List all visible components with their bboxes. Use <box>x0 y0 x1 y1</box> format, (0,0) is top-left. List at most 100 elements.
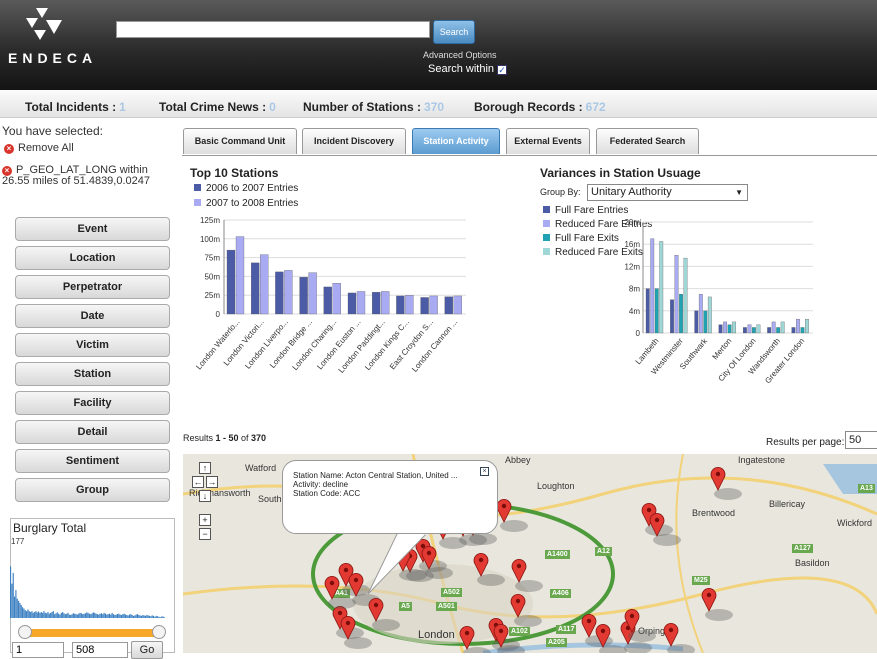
bar[interactable] <box>429 295 438 315</box>
map-pin-icon[interactable] <box>710 466 726 491</box>
bar[interactable] <box>747 324 752 334</box>
map-pin-icon[interactable] <box>511 558 527 583</box>
remove-all-link[interactable]: × Remove All <box>4 142 74 154</box>
histogram-bar <box>99 613 101 618</box>
bar[interactable] <box>776 327 781 334</box>
map-pin-icon[interactable] <box>459 625 475 650</box>
bar[interactable] <box>718 324 723 334</box>
bar[interactable] <box>356 291 366 315</box>
search-within-option[interactable]: Search within ✓ <box>428 63 508 75</box>
bar[interactable] <box>707 296 712 334</box>
facet-perpetrator[interactable]: Perpetrator <box>15 275 170 299</box>
bar[interactable] <box>683 257 688 334</box>
bar[interactable] <box>698 294 703 334</box>
bar[interactable] <box>650 238 655 334</box>
bar[interactable] <box>251 262 260 315</box>
histogram-bar <box>38 611 40 618</box>
facet-sentiment[interactable]: Sentiment <box>15 449 170 473</box>
legend-swatch <box>194 199 201 206</box>
tab-incident-discovery[interactable]: Incident Discovery <box>302 128 406 154</box>
geo-filter-breadcrumb[interactable]: × P_GEO_LAT_LONG within 26.55 miles of 51… <box>2 165 172 187</box>
close-icon[interactable]: × <box>480 467 489 476</box>
pin-dot <box>668 627 674 633</box>
map-pin-icon[interactable] <box>701 587 717 612</box>
map-pin-icon[interactable] <box>510 593 526 618</box>
bar[interactable] <box>659 241 664 334</box>
map-pin-icon[interactable] <box>663 622 679 647</box>
range-max-handle[interactable] <box>152 625 166 639</box>
histogram-bar <box>130 614 132 618</box>
map-pin-icon[interactable] <box>324 575 340 600</box>
histogram-bar <box>163 617 165 618</box>
bar[interactable] <box>756 324 761 334</box>
bar[interactable] <box>396 295 405 315</box>
bar[interactable] <box>694 310 699 334</box>
facet-station[interactable]: Station <box>15 362 170 386</box>
go-button[interactable]: Go <box>131 641 163 659</box>
histogram-bar <box>80 613 82 618</box>
bar[interactable] <box>771 321 776 334</box>
tab-federated-search[interactable]: Federated Search <box>596 128 699 154</box>
station-map[interactable]: Watford Rickmansworth South Oxhey Abbey … <box>183 454 877 653</box>
group-by-select[interactable]: Unitary Authority ▼ <box>587 184 748 201</box>
bar[interactable] <box>347 292 357 315</box>
facet-event[interactable]: Event <box>15 217 170 241</box>
bar[interactable] <box>226 249 236 315</box>
bar[interactable] <box>732 321 737 334</box>
pin-dot <box>343 567 349 573</box>
histogram-bar <box>131 614 133 618</box>
facet-group[interactable]: Group <box>15 478 170 502</box>
bar[interactable] <box>260 254 269 315</box>
histogram-bar <box>68 614 70 618</box>
bar[interactable] <box>444 296 453 315</box>
search-within-checkbox[interactable]: ✓ <box>497 65 508 75</box>
bar[interactable] <box>703 310 708 334</box>
map-pin-icon[interactable] <box>581 613 597 638</box>
facet-facility[interactable]: Facility <box>15 391 170 415</box>
bar[interactable] <box>235 236 245 315</box>
facet-victim[interactable]: Victim <box>15 333 170 357</box>
bar[interactable] <box>767 327 772 334</box>
bar[interactable] <box>323 286 332 315</box>
bar[interactable] <box>405 295 414 315</box>
bar[interactable] <box>796 318 800 334</box>
facet-date[interactable]: Date <box>15 304 170 328</box>
bar[interactable] <box>674 255 679 334</box>
bar[interactable] <box>299 277 308 315</box>
bar[interactable] <box>751 327 756 334</box>
range-max-input[interactable] <box>72 642 128 658</box>
bar[interactable] <box>800 327 805 334</box>
range-min-input[interactable] <box>12 642 64 658</box>
tab-basic-command-unit[interactable]: Basic Command Unit <box>183 128 297 154</box>
bar[interactable] <box>284 270 293 315</box>
facet-location[interactable]: Location <box>15 246 170 270</box>
bar[interactable] <box>275 271 284 315</box>
bar[interactable] <box>308 272 317 315</box>
bar[interactable] <box>805 318 809 334</box>
advanced-options-link[interactable]: Advanced Options <box>423 50 497 60</box>
bar[interactable] <box>670 299 674 334</box>
bar[interactable] <box>381 291 390 315</box>
bar[interactable] <box>372 292 381 315</box>
tab-station-activity[interactable]: Station Activity <box>412 128 500 154</box>
map-pin-icon[interactable] <box>496 498 512 523</box>
range-slider-track[interactable] <box>24 629 159 637</box>
bar[interactable] <box>645 288 650 334</box>
bar[interactable] <box>727 324 732 334</box>
bar[interactable] <box>654 288 659 334</box>
tab-external-events[interactable]: External Events <box>506 128 590 154</box>
bar[interactable] <box>780 321 785 334</box>
map-pin-icon[interactable] <box>473 552 489 577</box>
bar[interactable] <box>420 297 429 315</box>
bar[interactable] <box>332 283 341 315</box>
bar[interactable] <box>742 327 747 334</box>
bar[interactable] <box>791 327 796 334</box>
results-per-page-select[interactable]: 50 <box>845 431 877 449</box>
search-input[interactable] <box>116 21 430 38</box>
bar[interactable] <box>453 295 462 315</box>
bar[interactable] <box>679 294 683 334</box>
bar[interactable] <box>723 321 728 334</box>
facet-detail[interactable]: Detail <box>15 420 170 444</box>
range-min-handle[interactable] <box>18 625 32 639</box>
search-button[interactable]: Search <box>433 20 475 44</box>
